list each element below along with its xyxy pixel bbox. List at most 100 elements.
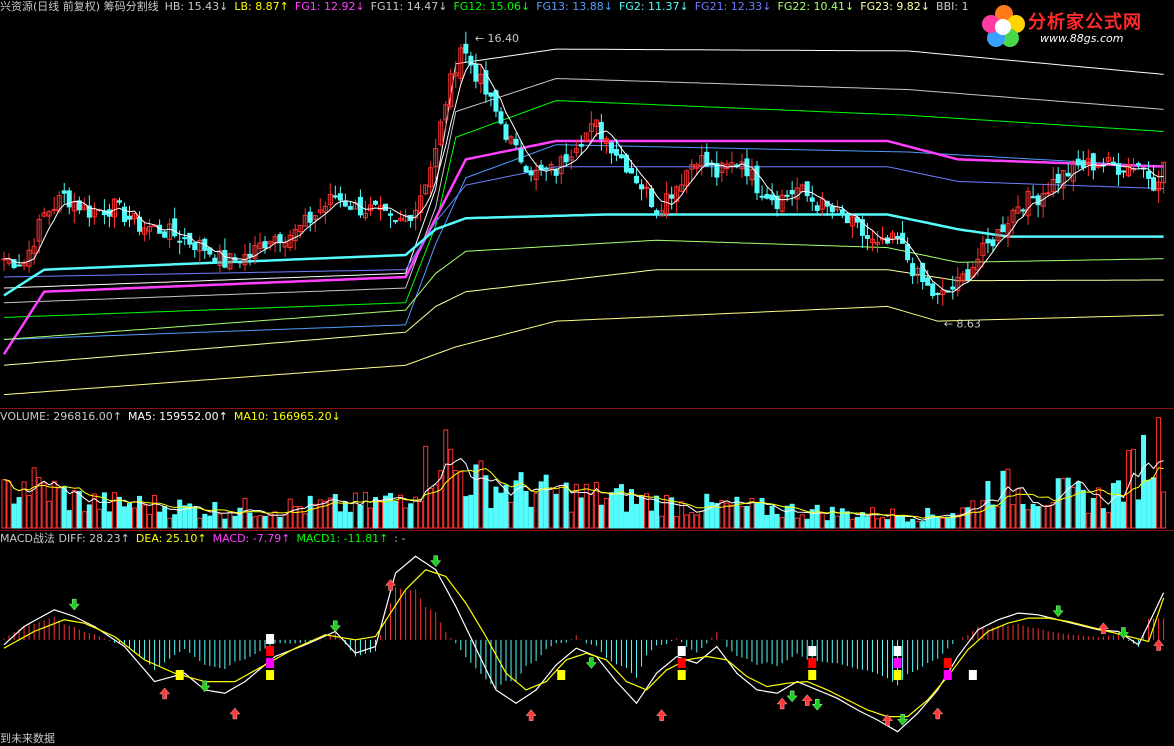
volume-bar (41, 482, 47, 529)
signal-marker-red (677, 658, 686, 668)
sell-signal-arrow-icon (786, 690, 798, 703)
volume-bar (814, 504, 820, 529)
volume-bar (242, 498, 248, 529)
volume-bar (267, 514, 273, 529)
sell-signal-arrow-icon (1052, 605, 1064, 618)
candle-body (372, 200, 378, 205)
price-legend-item: FG1: 12.92↓ (294, 0, 365, 13)
volume-bar (1030, 503, 1036, 529)
volume-bar (1025, 509, 1031, 529)
volume-panel-legend: VOLUME: 296816.00↑ MA5: 159552.00↑ MA10: 1… (0, 410, 347, 424)
candle-body (237, 261, 243, 264)
price-legend-item: FG2: 11.37↓ (618, 0, 689, 13)
volume-bar (111, 492, 117, 529)
volume-bar (297, 506, 303, 529)
volume-bar (819, 513, 825, 529)
volume-bar (995, 506, 1001, 529)
volume-bar (854, 516, 860, 529)
price-ma-line (3, 61, 1164, 293)
band-line-fg2 (3, 213, 1164, 297)
volume-bar (1050, 502, 1056, 529)
candle-body (649, 188, 655, 207)
volume-bar (443, 429, 449, 529)
volume-bar (990, 504, 996, 529)
candle-body (1055, 173, 1061, 184)
volume-bar (799, 514, 805, 529)
flower-logo-icon (982, 5, 1025, 47)
candle-body (1075, 158, 1081, 166)
volume-bar (352, 492, 358, 529)
candle-body (804, 181, 810, 197)
min-price-label: ← 8.63 (944, 318, 981, 331)
volume-bar (910, 518, 916, 529)
candle-body (774, 195, 780, 209)
candle-body (608, 142, 614, 154)
volume-bar (488, 507, 494, 529)
buy-signal-arrow-icon (1153, 639, 1165, 651)
volume-bar (66, 510, 72, 529)
band-line-fg1 (2, 139, 1164, 355)
volume-bar (483, 475, 489, 529)
volume-bar (1161, 491, 1167, 529)
volume-bar (895, 515, 901, 529)
volume-bar (362, 491, 368, 529)
volume-bar (588, 493, 594, 529)
volume-bar (142, 504, 148, 529)
signal-marker-magenta (943, 670, 952, 680)
volume-bar (1151, 477, 1157, 529)
volume-bar (337, 511, 343, 529)
macd-panel-legend: MACD战法 DIFF: 28.23↑ DEA: 25.10↑ MACD: -7.7… (0, 532, 411, 546)
volume-bar (31, 467, 37, 529)
logo-text: 分析家公式网 (1028, 12, 1142, 33)
signal-marker-yellow (808, 670, 817, 680)
volume-bar (965, 507, 971, 529)
volume-bar (217, 513, 223, 529)
volume-bar (669, 497, 675, 529)
band-line-fg23 (3, 269, 1164, 366)
macd-legend-item: : - (394, 532, 406, 545)
candle-body (177, 240, 183, 243)
candle-body (121, 206, 127, 222)
volume-bar (327, 497, 333, 529)
macd-legend-item: MACD战法 DIFF: 28.23↑ (0, 532, 130, 545)
band-line-fg21 (3, 166, 1164, 278)
price-volume-divider (0, 408, 1174, 409)
signal-marker-white (808, 646, 817, 656)
signal-marker-yellow (557, 670, 566, 680)
volume-bar (116, 496, 122, 529)
candle-body (468, 55, 474, 66)
volume-bar (413, 496, 419, 529)
volume-bar (86, 504, 92, 529)
volume-bar (890, 508, 896, 529)
signal-marker-red (943, 658, 952, 668)
buy-signal-arrow-icon (932, 707, 944, 720)
volume-bar (844, 511, 850, 529)
volume-bar (1100, 508, 1106, 529)
chart-canvas[interactable]: ← 16.40 ← 8.63 (0, 0, 1174, 743)
volume-bar (197, 517, 203, 529)
volume-bar (885, 519, 891, 529)
candle-body (578, 144, 584, 147)
volume-bar (834, 515, 840, 529)
volume-bar (172, 514, 178, 529)
candle-body (809, 197, 815, 202)
volume-bar (106, 511, 112, 529)
candle-body (1151, 177, 1157, 191)
candle-body (543, 167, 549, 170)
buy-signal-arrow-icon (385, 579, 397, 591)
candle-body (222, 249, 228, 268)
signal-marker-red (266, 646, 275, 656)
volume-bar (975, 511, 981, 529)
volume-bar (458, 471, 464, 529)
volume-legend-item: VOLUME: 296816.00↑ (0, 410, 122, 423)
site-logo: 分析家公式网 www.88gs.com (980, 2, 1170, 52)
volume-bar (794, 517, 800, 529)
volume-bar (985, 481, 991, 529)
volume-bar (378, 500, 383, 529)
volume-bar (804, 518, 810, 529)
buy-signal-arrow-icon (229, 707, 241, 720)
signal-marker-white (893, 646, 902, 656)
volume-bar (157, 511, 163, 529)
volume-bar (227, 511, 233, 529)
volume-bar (16, 497, 22, 529)
